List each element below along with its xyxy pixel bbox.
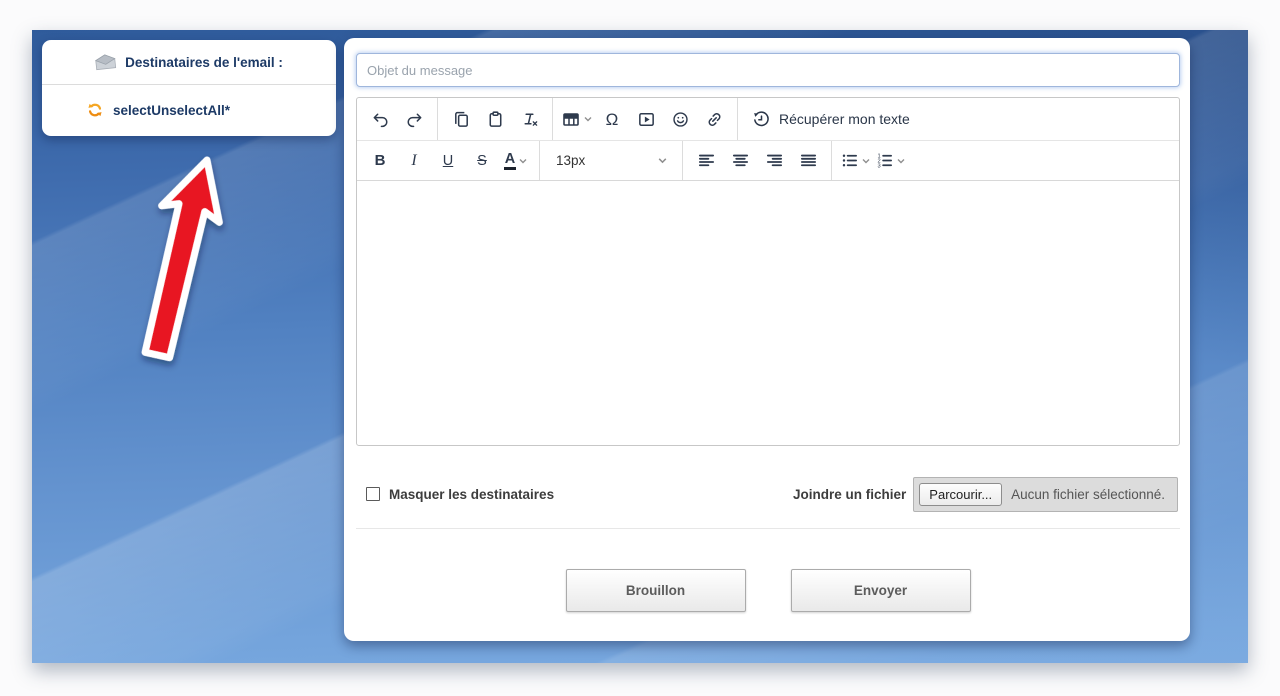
message-body-editor[interactable] (357, 181, 1179, 445)
select-unselect-all-label: selectUnselectAll* (113, 103, 230, 118)
chevron-down-icon (657, 155, 668, 166)
refresh-icon (86, 101, 104, 119)
envelope-icon (94, 53, 117, 71)
rich-text-editor: Ω (356, 97, 1180, 446)
toolbar-separator (552, 98, 553, 140)
underline-button[interactable]: U (431, 141, 465, 180)
chevron-down-icon (896, 156, 906, 166)
subject-input[interactable] (356, 53, 1180, 87)
copy-icon (452, 110, 471, 129)
select-unselect-all-link[interactable]: selectUnselectAll* (42, 85, 336, 135)
align-right-icon (765, 151, 784, 170)
align-left-button[interactable] (689, 141, 723, 180)
bulleted-list-button[interactable] (838, 141, 873, 180)
attach-file-option: Joindre un fichier Parcourir... Aucun fi… (793, 477, 1178, 512)
remove-format-icon (520, 110, 539, 129)
strikethrough-icon: S (477, 153, 487, 169)
undo-icon (371, 110, 390, 129)
recipients-card: Destinataires de l'email : selectUnselec… (42, 40, 336, 136)
bulleted-list-icon (840, 151, 859, 170)
numbered-list-icon: 1 2 3 (875, 151, 894, 170)
compose-panel: Ω (344, 38, 1190, 641)
options-row: Masquer les destinataires Joindre un fic… (356, 476, 1180, 512)
align-left-icon (697, 151, 716, 170)
chevron-down-icon (583, 114, 593, 124)
footer-divider (356, 528, 1180, 529)
font-size-dropdown[interactable]: 13px (546, 141, 676, 180)
copy-button[interactable] (444, 98, 478, 140)
recipients-title: Destinataires de l'email : (125, 55, 283, 70)
desktop-wallpaper: Destinataires de l'email : selectUnselec… (32, 30, 1248, 663)
browse-button[interactable]: Parcourir... (919, 483, 1002, 506)
send-button[interactable]: Envoyer (791, 569, 971, 612)
hide-recipients-checkbox[interactable] (366, 487, 380, 501)
draft-button[interactable]: Brouillon (566, 569, 746, 612)
underline-icon: U (443, 153, 453, 169)
chevron-down-icon (518, 156, 528, 166)
file-status-text: Aucun fichier sélectionné. (1011, 487, 1165, 502)
chevron-down-icon (861, 156, 871, 166)
paste-icon (486, 110, 505, 129)
hide-recipients-option: Masquer les destinataires (366, 487, 554, 502)
strikethrough-button[interactable]: S (465, 141, 499, 180)
font-color-button[interactable]: A (499, 141, 533, 180)
omega-icon: Ω (606, 111, 619, 128)
actions-row: Brouillon Envoyer (356, 569, 1180, 612)
hide-recipients-label: Masquer les destinataires (389, 487, 554, 502)
italic-icon: I (411, 152, 416, 170)
font-color-icon: A (504, 152, 516, 170)
toolbar-separator (682, 141, 683, 180)
insert-media-button[interactable] (629, 98, 663, 140)
remove-format-button[interactable] (512, 98, 546, 140)
align-right-button[interactable] (757, 141, 791, 180)
red-annotation-arrow (82, 148, 272, 398)
history-icon (752, 110, 771, 129)
redo-icon (405, 110, 424, 129)
bold-button[interactable]: B (363, 141, 397, 180)
bold-icon: B (375, 152, 386, 169)
insert-table-button[interactable] (559, 98, 595, 140)
link-button[interactable] (697, 98, 731, 140)
recover-text-button[interactable]: Récupérer mon texte (744, 98, 918, 140)
undo-button[interactable] (363, 98, 397, 140)
align-justify-button[interactable] (791, 141, 825, 180)
align-center-button[interactable] (723, 141, 757, 180)
toolbar-separator (737, 98, 738, 140)
toolbar-separator (437, 98, 438, 140)
special-characters-button[interactable]: Ω (595, 98, 629, 140)
toolbar-separator (831, 141, 832, 180)
font-size-value: 13px (556, 153, 585, 168)
svg-text:3: 3 (877, 164, 880, 170)
numbered-list-button[interactable]: 1 2 3 (873, 141, 908, 180)
emoji-button[interactable] (663, 98, 697, 140)
emoji-icon (671, 110, 690, 129)
toolbar-separator (539, 141, 540, 180)
file-input-control[interactable]: Parcourir... Aucun fichier sélectionné. (913, 477, 1178, 512)
italic-button[interactable]: I (397, 141, 431, 180)
align-justify-icon (799, 151, 818, 170)
redo-button[interactable] (397, 98, 431, 140)
link-icon (705, 110, 724, 129)
editor-toolbar-row-2: B I U S A 13px (357, 141, 1179, 181)
recipients-card-header: Destinataires de l'email : (42, 40, 336, 85)
media-icon (637, 110, 656, 129)
editor-toolbar-row-1: Ω (357, 98, 1179, 141)
align-center-icon (731, 151, 750, 170)
attach-file-label: Joindre un fichier (793, 487, 906, 502)
recover-text-label: Récupérer mon texte (779, 111, 910, 127)
paste-button[interactable] (478, 98, 512, 140)
table-icon (561, 109, 581, 129)
